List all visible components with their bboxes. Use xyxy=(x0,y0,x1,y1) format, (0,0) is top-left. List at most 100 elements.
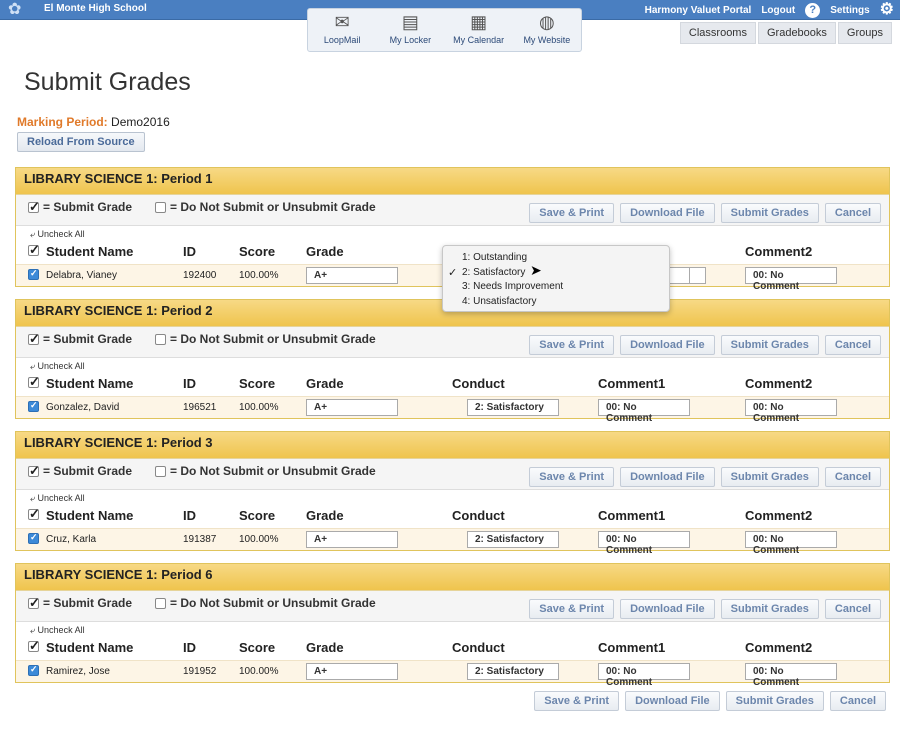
launcher-my-website[interactable]: ◍ My Website xyxy=(515,13,579,45)
comment1-select[interactable]: 00: No Comment xyxy=(598,663,690,688)
logout-link[interactable]: Logout xyxy=(761,5,795,16)
cancel-button[interactable]: Cancel xyxy=(829,691,886,711)
settings-link[interactable]: Settings xyxy=(830,5,869,16)
cancel-button[interactable]: Cancel xyxy=(824,335,881,355)
col-score: Score xyxy=(239,508,276,523)
col-grade: Grade xyxy=(306,640,344,655)
period-actions: Save & Print Download File Submit Grades… xyxy=(529,467,881,487)
student-score: 100.00% xyxy=(239,666,279,677)
download-file-button[interactable]: Download File xyxy=(620,203,715,223)
launcher-my-locker[interactable]: ▤ My Locker xyxy=(378,13,442,45)
grade-input[interactable]: A+ xyxy=(306,267,398,284)
col-id: ID xyxy=(183,376,196,391)
period-block: LIBRARY SCIENCE 1: Period 6 = Submit Gra… xyxy=(15,563,890,688)
student-score: 100.00% xyxy=(239,402,279,413)
comment2-select[interactable]: 00: No Comment xyxy=(745,663,837,688)
app-logo-icon[interactable]: ✿ xyxy=(8,1,26,19)
submit-grades-button[interactable]: Submit Grades xyxy=(720,467,819,487)
top-right-nav: Harmony Valuet Portal Logout ? Settings … xyxy=(645,2,894,18)
dropdown-option-selected[interactable]: ✓ 2: Satisfactory xyxy=(443,267,669,282)
help-icon[interactable]: ? xyxy=(805,2,821,18)
table-row: Cruz, Karla 191387 100.00% A+ 2: Satisfa… xyxy=(16,528,889,556)
legend-no-submit-label: = Do Not Submit or Unsubmit Grade xyxy=(170,464,376,478)
uncheck-all-link[interactable]: ⤶ Uncheck All xyxy=(30,361,85,372)
grade-input[interactable]: A+ xyxy=(306,531,398,548)
submit-grades-button[interactable]: Submit Grades xyxy=(720,203,819,223)
col-conduct: Conduct xyxy=(452,508,505,523)
tab-gradebooks[interactable]: Gradebooks xyxy=(757,22,836,44)
legend-submit: = Submit Grade xyxy=(28,463,132,479)
student-name: Delabra, Vianey xyxy=(46,270,117,281)
student-id: 191387 xyxy=(183,534,217,545)
student-name: Ramirez, Jose xyxy=(46,666,110,677)
launcher-label: LoopMail xyxy=(323,35,361,45)
marking-period-label: Marking Period: xyxy=(17,115,108,129)
comment2-select[interactable]: 00: No Comment xyxy=(745,267,837,292)
legend-no-submit: = Do Not Submit or Unsubmit Grade xyxy=(155,332,376,346)
legend-bar: = Submit Grade = Do Not Submit or Unsubm… xyxy=(16,194,889,226)
checked-checkbox-icon xyxy=(28,595,40,611)
cancel-button[interactable]: Cancel xyxy=(824,467,881,487)
download-file-button[interactable]: Download File xyxy=(625,691,720,711)
select-all-checkbox[interactable] xyxy=(28,638,40,655)
cancel-button[interactable]: Cancel xyxy=(824,203,881,223)
uncheck-all-link[interactable]: ⤶ Uncheck All xyxy=(30,229,85,240)
conduct-select[interactable]: 2: Satisfactory xyxy=(467,663,559,680)
student-checkbox[interactable] xyxy=(28,664,39,679)
col-conduct: Conduct xyxy=(452,376,505,391)
submit-grades-button[interactable]: Submit Grades xyxy=(720,335,819,355)
grade-input[interactable]: A+ xyxy=(306,399,398,416)
reload-from-source-button[interactable]: Reload From Source xyxy=(17,132,145,152)
comment2-select[interactable]: 00: No Comment xyxy=(745,399,837,424)
locker-icon: ▤ xyxy=(401,12,419,32)
launcher-my-calendar[interactable]: ▦ My Calendar xyxy=(447,13,511,45)
col-id: ID xyxy=(183,244,196,259)
launcher-loopmail[interactable]: ✉ LoopMail xyxy=(310,13,374,45)
comment1-select[interactable]: 00: No Comment xyxy=(598,399,690,424)
tab-classrooms[interactable]: Classrooms xyxy=(679,22,756,44)
student-checkbox[interactable] xyxy=(28,532,39,547)
column-headers: ⤶ Uncheck All Student Name ID Score Grad… xyxy=(16,622,889,660)
launcher-label: My Website xyxy=(523,35,571,45)
col-student-name: Student Name xyxy=(46,508,134,523)
select-all-checkbox[interactable] xyxy=(28,374,40,391)
download-file-button[interactable]: Download File xyxy=(620,599,715,619)
page-title: Submit Grades xyxy=(24,68,191,96)
submit-grades-button[interactable]: Submit Grades xyxy=(720,599,819,619)
gear-icon[interactable]: ⚙ xyxy=(880,2,894,18)
student-checkbox[interactable] xyxy=(28,400,39,415)
portal-link[interactable]: Harmony Valuet Portal xyxy=(645,5,752,16)
grade-input[interactable]: A+ xyxy=(306,663,398,680)
unchecked-checkbox-icon xyxy=(155,465,166,477)
save-print-button[interactable]: Save & Print xyxy=(529,335,615,355)
uncheck-all-link[interactable]: ⤶ Uncheck All xyxy=(30,625,85,636)
student-name: Gonzalez, David xyxy=(46,402,120,413)
select-all-checkbox[interactable] xyxy=(28,506,40,523)
submit-grades-button[interactable]: Submit Grades xyxy=(725,691,824,711)
checked-checkbox-icon xyxy=(28,199,40,215)
dropdown-option[interactable]: 3: Needs Improvement xyxy=(443,281,669,296)
comment1-select[interactable]: 00: No Comment xyxy=(598,531,690,556)
save-print-button[interactable]: Save & Print xyxy=(529,599,615,619)
col-comment2: Comment2 xyxy=(745,508,813,523)
uncheck-all-link[interactable]: ⤶ Uncheck All xyxy=(30,493,85,504)
select-all-checkbox[interactable] xyxy=(28,242,40,259)
comment2-select[interactable]: 00: No Comment xyxy=(745,531,837,556)
save-print-button[interactable]: Save & Print xyxy=(534,691,620,711)
legend-bar: = Submit Grade = Do Not Submit or Unsubm… xyxy=(16,458,889,490)
col-comment2: Comment2 xyxy=(745,640,813,655)
legend-submit: = Submit Grade xyxy=(28,595,132,611)
conduct-select[interactable]: 2: Satisfactory xyxy=(467,399,559,416)
col-comment2: Comment2 xyxy=(745,376,813,391)
download-file-button[interactable]: Download File xyxy=(620,467,715,487)
save-print-button[interactable]: Save & Print xyxy=(529,203,615,223)
student-score: 100.00% xyxy=(239,270,279,281)
tab-groups[interactable]: Groups xyxy=(837,22,892,44)
save-print-button[interactable]: Save & Print xyxy=(529,467,615,487)
dropdown-option[interactable]: 4: Unsatisfactory xyxy=(443,296,669,311)
cancel-button[interactable]: Cancel xyxy=(824,599,881,619)
conduct-select[interactable]: 2: Satisfactory xyxy=(467,531,559,548)
dropdown-option[interactable]: 1: Outstanding xyxy=(443,252,669,267)
student-checkbox[interactable] xyxy=(28,268,39,283)
download-file-button[interactable]: Download File xyxy=(620,335,715,355)
